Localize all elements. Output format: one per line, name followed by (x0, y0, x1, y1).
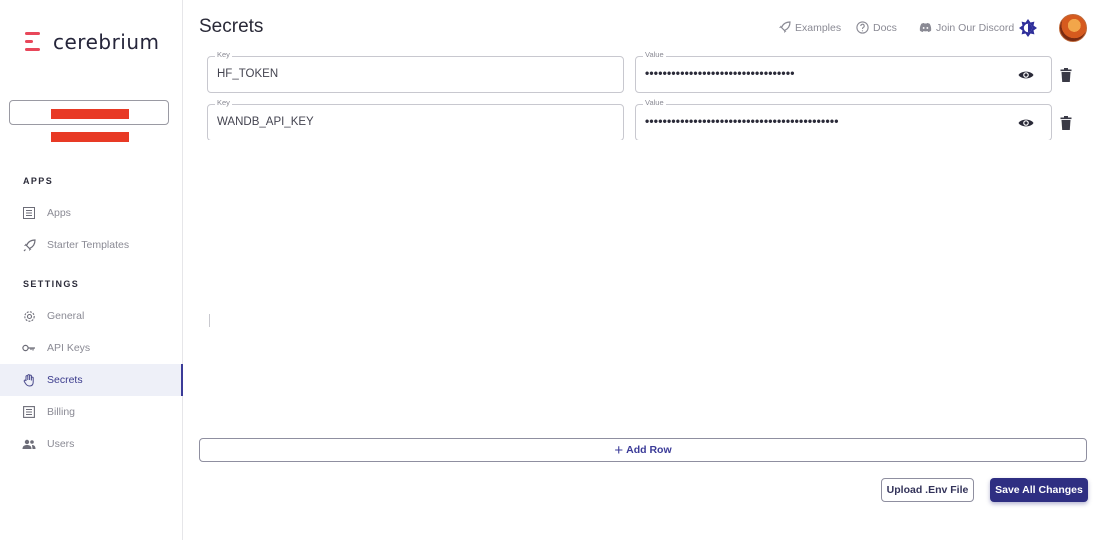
value-label: Value (643, 98, 666, 107)
sidebar-item-label: General (47, 310, 85, 322)
rocket-icon (778, 21, 791, 34)
sidebar-item-api-keys[interactable]: API Keys (0, 332, 182, 364)
cerebrium-logo[interactable]: cerebrium (25, 30, 160, 54)
sidebar-item-label: Users (47, 438, 75, 450)
organization-selector[interactable] (9, 100, 169, 125)
examples-link-label: Examples (795, 21, 842, 34)
sidebar-item-label: Secrets (47, 374, 83, 386)
sidebar-item-general[interactable]: General (0, 300, 182, 332)
sidebar-item-secrets[interactable]: Secrets (0, 364, 183, 396)
gear-icon (22, 309, 36, 323)
receipt-icon (22, 405, 36, 419)
logo-mark-icon (25, 31, 47, 53)
sidebar-item-users[interactable]: Users (0, 428, 182, 460)
save-all-changes-button[interactable]: Save All Changes (990, 478, 1088, 502)
sidebar-item-billing[interactable]: Billing (0, 396, 182, 428)
masked-value: •••••••••••••••••••••••••••••••••• (645, 66, 795, 80)
plus-icon: + (614, 441, 624, 459)
rocket-icon (22, 238, 36, 252)
section-title-apps: APPS (23, 176, 54, 186)
add-row-label: Add Row (626, 444, 672, 456)
sidebar-item-apps[interactable]: Apps (0, 197, 182, 229)
sidebar-item-label: Billing (47, 406, 76, 418)
logo-text: cerebrium (53, 30, 160, 54)
masked-value: ••••••••••••••••••••••••••••••••••••••••… (645, 114, 839, 128)
secret-key-field[interactable]: Key HF_TOKEN (207, 50, 624, 93)
sidebar-item-label: Apps (47, 207, 71, 219)
examples-link[interactable]: Examples (778, 21, 841, 34)
section-title-settings: SETTINGS (23, 279, 80, 289)
apps-list-icon (22, 206, 36, 220)
key-icon (22, 341, 36, 355)
delete-icon[interactable] (1060, 116, 1072, 130)
redacted-block (51, 109, 129, 119)
secret-value-field[interactable]: Value •••••••••••••••••••••••••••••••••• (635, 50, 1052, 93)
help-circle-icon (856, 21, 869, 34)
text-cursor (209, 314, 210, 327)
redacted-block (51, 132, 129, 142)
key-value: HF_TOKEN (217, 68, 279, 80)
value-label: Value (643, 50, 666, 59)
sidebar-item-label: Starter Templates (47, 239, 130, 251)
delete-icon[interactable] (1060, 68, 1072, 82)
discord-icon (919, 21, 932, 34)
key-label: Key (215, 98, 232, 107)
page-title: Secrets (199, 16, 264, 37)
secret-value-field[interactable]: Value ••••••••••••••••••••••••••••••••••… (635, 98, 1052, 140)
discord-link-label: Join Our Discord (936, 21, 1015, 34)
hand-icon (22, 373, 36, 387)
key-value: WANDB_API_KEY (217, 116, 314, 128)
eye-icon[interactable] (1018, 116, 1034, 130)
secrets-list: Key HF_TOKEN Value •••••••••••••••••••••… (199, 50, 1099, 140)
users-icon (22, 437, 36, 451)
sidebar-item-label: API Keys (47, 342, 91, 354)
docs-link-label: Docs (873, 21, 897, 34)
sidebar: cerebrium APPS Apps Starter Templates SE… (0, 0, 183, 540)
discord-link[interactable]: Join Our Discord (919, 21, 1014, 34)
docs-link[interactable]: Docs (856, 21, 897, 34)
eye-icon[interactable] (1018, 68, 1034, 82)
upload-env-file-button[interactable]: Upload .Env File (881, 478, 974, 502)
add-row-button[interactable]: + Add Row (199, 438, 1087, 462)
user-avatar[interactable] (1059, 14, 1087, 42)
sidebar-item-starter-templates[interactable]: Starter Templates (0, 229, 182, 261)
key-label: Key (215, 50, 232, 59)
theme-toggle-icon[interactable] (1019, 19, 1037, 37)
secret-key-field[interactable]: Key WANDB_API_KEY (207, 98, 624, 140)
